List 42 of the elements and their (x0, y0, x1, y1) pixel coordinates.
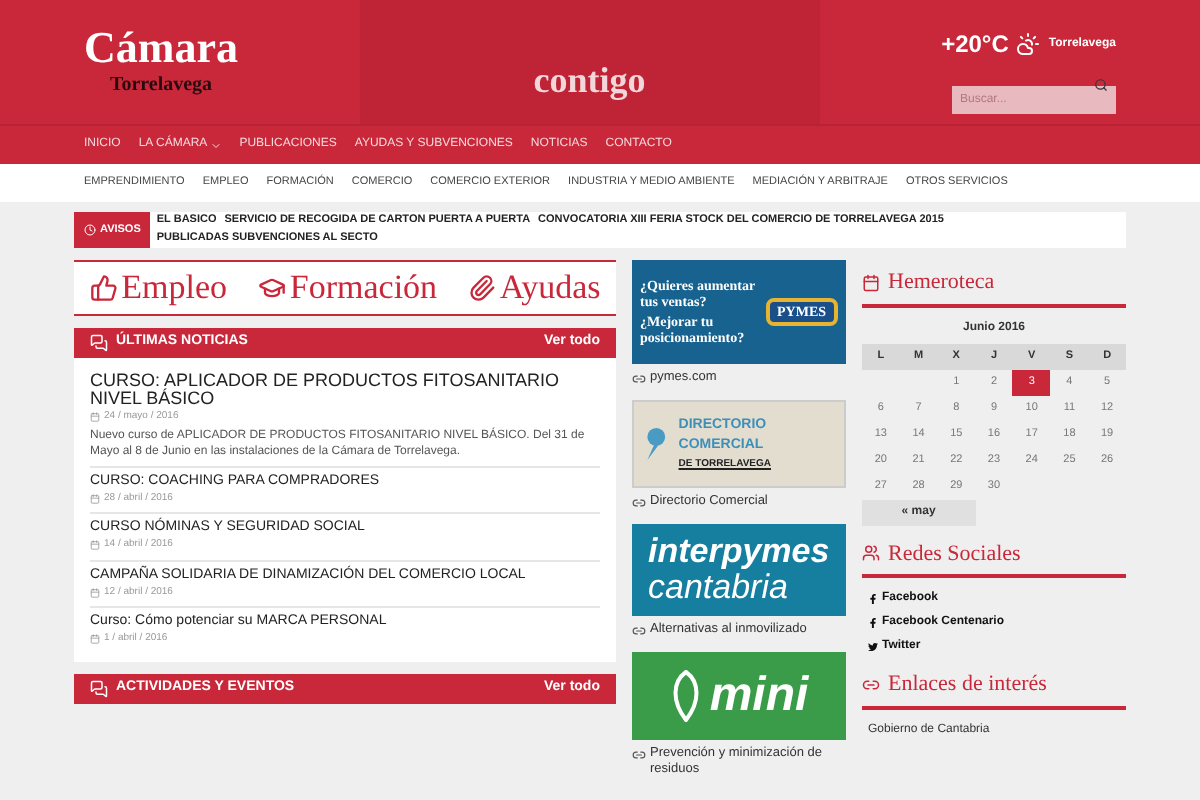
leaf-icon (669, 670, 702, 722)
twitter-icon (868, 642, 878, 652)
quick-link[interactable]: Empleo (89, 262, 228, 314)
calendar-icon (90, 587, 100, 598)
graduation-cap-icon (257, 274, 286, 302)
chat-icon (90, 679, 108, 697)
facebook-icon (868, 594, 878, 604)
news-title[interactable]: CURSO: APLICADOR DE PRODUCTOS FITOSANITARIO NIVEL BÁSICO (90, 372, 600, 408)
link-icon (862, 675, 880, 694)
clock-icon (84, 224, 96, 236)
quick-link[interactable]: Formación (257, 262, 438, 314)
link-icon (632, 748, 646, 762)
temperature: +20°C (941, 28, 1009, 62)
weather-icon (1016, 32, 1041, 56)
banner-text: mini (709, 670, 809, 722)
link-icon (632, 624, 646, 638)
calendar-icon (90, 540, 100, 551)
logo-subtitle: Torrelavega (109, 71, 213, 99)
search-icon[interactable] (1093, 77, 1108, 91)
widget-title: Hemeroteca (888, 268, 995, 298)
banner-text: interpymes (648, 534, 830, 570)
calendar-icon (90, 412, 100, 423)
paperclip-icon (467, 274, 496, 302)
widget-title: Redes Sociales (888, 539, 1021, 569)
calendar-icon (90, 634, 100, 645)
users-icon (862, 544, 880, 563)
quick-link[interactable]: Ayudas (467, 262, 601, 314)
widget-title: Enlaces de interés (888, 670, 1047, 700)
facebook-icon (868, 618, 878, 628)
banner-slogan: contigo (533, 58, 646, 104)
link-icon (632, 372, 646, 386)
thumbs-up-icon (89, 274, 118, 302)
calendar-icon (862, 273, 880, 292)
ad-banner[interactable]: mini (632, 652, 846, 740)
logo-wordmark[interactable]: Cámara (84, 25, 238, 69)
calendar-icon (90, 493, 100, 504)
chat-icon (90, 334, 108, 352)
pushpin-icon (642, 424, 671, 464)
caret-icon (209, 139, 222, 151)
ad-banner[interactable]: interpymes cantabria (632, 524, 846, 616)
banner-text: cantabria (648, 570, 788, 606)
link-icon (632, 496, 646, 510)
